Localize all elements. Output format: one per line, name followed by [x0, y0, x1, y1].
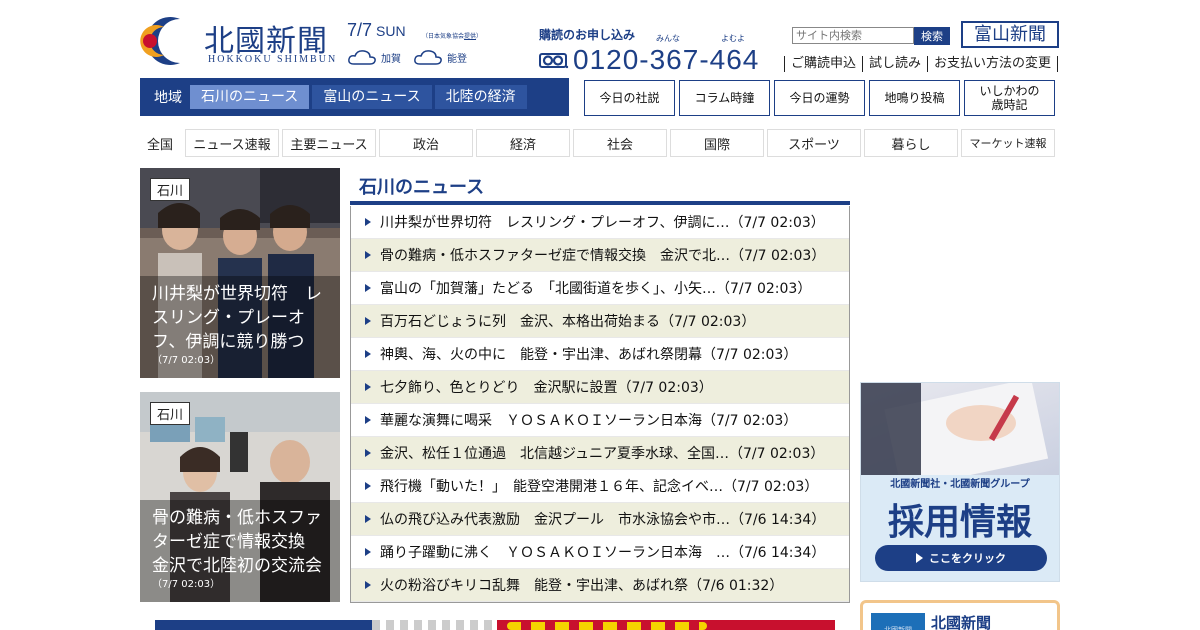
search-input[interactable]: [792, 27, 914, 44]
cloud-icon: [348, 50, 376, 65]
list-item[interactable]: 川井梨が世界切符 レスリング・プレーオフ、伊調に…（7/7 02:03）: [351, 206, 849, 239]
ad-click-button[interactable]: ここをクリック: [875, 545, 1047, 571]
category-lifestyle[interactable]: 暮らし: [864, 129, 958, 157]
phone-ruby-2: よむよ: [721, 34, 745, 43]
logo-mark-icon: [140, 17, 180, 65]
reader-posts-button[interactable]: 地鳴り投稿: [869, 80, 960, 116]
category-economy[interactable]: 経済: [476, 129, 570, 157]
list-item[interactable]: 飛行機「動いた！」 能登空港開港１６年、記念イベ…（7/7 02:03）: [351, 470, 849, 503]
category-politics[interactable]: 政治: [379, 129, 473, 157]
weather-forecast: 加賀 能登: [347, 48, 467, 66]
promo-thumbnail: 北國新聞: [871, 613, 925, 630]
bottom-banner-left[interactable]: [155, 620, 492, 630]
photo-card-2[interactable]: 石川 骨の難病・低ホスファターゼ症で情報交換 金沢で北陸初の交流会 （7/7 0…: [140, 392, 340, 602]
news-list: 川井梨が世界切符 レスリング・プレーオフ、伊調に…（7/7 02:03） 骨の難…: [350, 206, 850, 603]
site-search: 検索: [792, 27, 950, 45]
column-jisho-button[interactable]: コラム時鐘: [679, 80, 770, 116]
ad-subtitle: 北國新聞社・北國新聞グループ: [890, 479, 1030, 490]
jma-link[interactable]: 提供: [464, 33, 476, 40]
bottom-banner-right[interactable]: [497, 620, 835, 630]
hokkoku-promo-box[interactable]: 北國新聞 北國新聞: [860, 600, 1060, 630]
list-item[interactable]: 骨の難病・低ホスファターゼ症で情報交換 金沢で北…（7/7 02:03）: [351, 239, 849, 272]
link-trial[interactable]: 試し読み: [862, 56, 927, 72]
category-market[interactable]: マーケット速報: [961, 129, 1055, 157]
toyama-shimbun-button[interactable]: 富山新聞: [961, 21, 1059, 48]
news-section-title: 石川のニュース: [359, 177, 485, 198]
promo-title: 北國新聞: [931, 614, 992, 630]
link-subscribe[interactable]: ご購読申込: [784, 56, 862, 72]
arrow-right-icon: [365, 548, 371, 556]
category-major[interactable]: 主要ニュース: [282, 129, 376, 157]
search-button[interactable]: 検索: [914, 27, 950, 45]
subscribe-block: 購読のお申し込み みんな よむよ 0120-367-464: [539, 26, 758, 75]
ad-photo: [861, 383, 1059, 490]
arrow-right-icon: [365, 350, 371, 358]
category-society[interactable]: 社会: [573, 129, 667, 157]
weather-noto[interactable]: 能登: [413, 48, 467, 66]
list-item[interactable]: 七夕飾り、色とりどり 金沢駅に設置（7/7 02:03）: [351, 371, 849, 404]
category-breaking[interactable]: ニュース速報: [185, 129, 279, 157]
phone-ruby-1: みんな: [656, 34, 680, 43]
news-title-bar: [350, 201, 850, 205]
horoscope-button[interactable]: 今日の運勢: [774, 80, 865, 116]
arrow-right-icon: [365, 383, 371, 391]
category-international[interactable]: 国際: [670, 129, 764, 157]
arrow-right-icon: [365, 218, 371, 226]
cloud-icon: [414, 50, 442, 65]
photo-caption: 骨の難病・低ホスファターゼ症で情報交換 金沢で北陸初の交流会 （7/7 02:0…: [140, 500, 340, 602]
arrow-right-icon: [365, 416, 371, 424]
phone-line[interactable]: 0120-367-464: [539, 44, 759, 76]
logo-roman: HOKKOKU SHIMBUN: [208, 54, 338, 65]
play-triangle-icon: [916, 553, 923, 563]
region-nav: 地域 石川のニュース 富山のニュース 北陸の経済: [140, 78, 569, 116]
arrow-right-icon: [365, 515, 371, 523]
list-item[interactable]: 神輿、海、火の中に 能登・宇出津、あばれ祭閉幕（7/7 02:03）: [351, 338, 849, 371]
freedial-icon: [539, 53, 569, 69]
arrow-right-icon: [365, 251, 371, 259]
list-item[interactable]: 金沢、松任１位通過 北信越ジュニア夏季水球、全国…（7/7 02:03）: [351, 437, 849, 470]
list-item[interactable]: 華麗な演舞に喝采 ＹＯＳＡＫＯＩソーラン日本海（7/7 02:03）: [351, 404, 849, 437]
ad-headline: 採用情報: [887, 502, 1032, 543]
subscribe-title: 購読のお申し込み: [539, 28, 636, 42]
photo-caption: 川井梨が世界切符 レスリング・プレーオフ、伊調に競り勝つ （7/7 02:03）: [140, 276, 340, 378]
arrow-right-icon: [365, 284, 371, 292]
ishikawa-calendar-button[interactable]: いしかわの 歳時記: [964, 80, 1055, 116]
arrow-right-icon: [365, 317, 371, 325]
editorial-button[interactable]: 今日の社説: [584, 80, 675, 116]
region-tag: 石川: [150, 178, 191, 201]
photo-card-1[interactable]: 石川 川井梨が世界切符 レスリング・プレーオフ、伊調に競り勝つ （7/7 02:…: [140, 168, 340, 378]
list-item[interactable]: 踊り子躍動に沸く ＹＯＳＡＫＯＩソーラン日本海 …（7/6 14:34）: [351, 536, 849, 569]
recruitment-ad[interactable]: 北國新聞社・北國新聞グループ 採用情報 ここをクリック: [860, 382, 1060, 582]
arrow-right-icon: [365, 449, 371, 457]
category-label-national: 全国: [147, 137, 174, 153]
list-item[interactable]: 富山の「加賀藩」たどる 「北國街道を歩く」、小矢…（7/7 02:03）: [351, 272, 849, 305]
category-sports[interactable]: スポーツ: [767, 129, 861, 157]
list-item[interactable]: 仏の飛び込み代表激励 金沢プール 市水泳協会や市…（7/6 14:34）: [351, 503, 849, 536]
phone-number: 0120-367-464: [573, 44, 760, 75]
header-links: ご購読申込 試し読み お支払い方法の変更: [784, 56, 1059, 72]
arrow-right-icon: [365, 581, 371, 589]
category-nav: 全国 ニュース速報 主要ニュース 政治 経済 社会 国際 スポーツ 暮らし マー…: [140, 129, 1055, 157]
link-payment-change[interactable]: お支払い方法の変更: [927, 56, 1059, 72]
list-item[interactable]: 火の粉浴びキリコ乱舞 能登・宇出津、あばれ祭（7/6 01:32）: [351, 569, 849, 602]
weather-kaga[interactable]: 加賀: [347, 48, 401, 66]
date-weather: 7/7 SUN （日本気象協会提供） 加賀 能登: [347, 20, 507, 65]
writing-hand-image: [861, 383, 1049, 490]
arrow-right-icon: [365, 482, 371, 490]
tab-toyama-news[interactable]: 富山のニュース: [312, 85, 432, 109]
tab-hokuriku-economy[interactable]: 北陸の経済: [434, 85, 527, 109]
site-logo[interactable]: 北國新聞 HOKKOKU SHIMBUN: [140, 17, 340, 67]
jma-credit: （日本気象協会提供）: [422, 33, 483, 40]
region-label: 地域: [154, 90, 182, 106]
feature-buttons: 今日の社説 コラム時鐘 今日の運勢 地鳴り投稿 いしかわの 歳時記: [584, 80, 1055, 116]
region-tag: 石川: [150, 402, 191, 425]
tab-ishikawa-news[interactable]: 石川のニュース: [190, 85, 310, 109]
list-item[interactable]: 百万石どじょうに列 金沢、本格出荷始まる（7/7 02:03）: [351, 305, 849, 338]
